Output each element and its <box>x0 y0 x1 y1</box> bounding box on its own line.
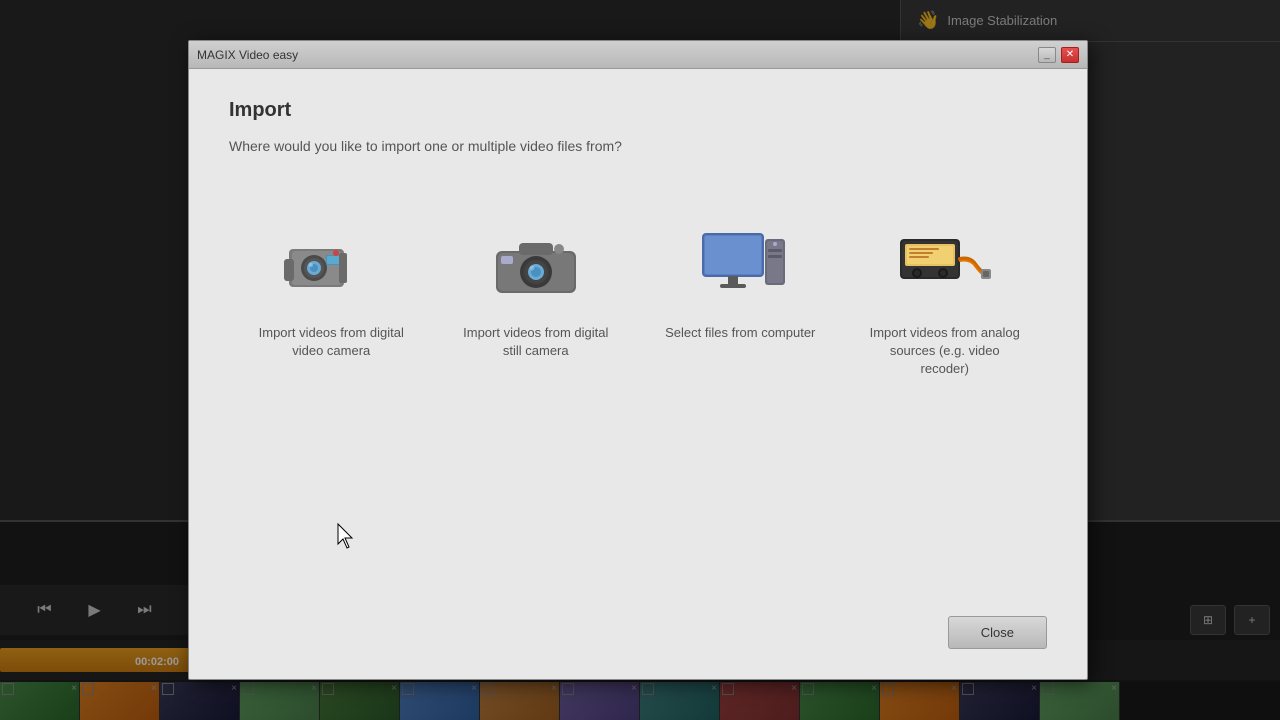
digital-still-camera-label: Import videos from digital still camera <box>456 324 616 360</box>
import-analog-sources[interactable]: Import videos from analog sources (e.g. … <box>855 204 1035 399</box>
digital-video-camera-icon <box>281 224 381 304</box>
modal-footer: Close <box>948 616 1047 649</box>
digital-still-camera-icon <box>486 224 586 304</box>
import-options: Import videos from digital video camera <box>229 204 1047 399</box>
analog-source-icon <box>895 224 995 304</box>
import-dialog: MAGIX Video easy _ ✕ Import Where would … <box>188 40 1088 680</box>
import-select-files[interactable]: Select files from computer <box>650 204 830 399</box>
select-files-label: Select files from computer <box>665 324 815 342</box>
modal-title: MAGIX Video easy <box>197 48 298 62</box>
digital-video-camera-label: Import videos from digital video camera <box>251 324 411 360</box>
modal-subtitle: Where would you like to import one or mu… <box>229 138 1047 154</box>
modal-heading: Import <box>229 99 1047 122</box>
minimize-button[interactable]: _ <box>1038 47 1056 63</box>
modal-content: Import Where would you like to import on… <box>189 69 1087 429</box>
import-digital-video-camera[interactable]: Import videos from digital video camera <box>241 204 421 399</box>
titlebar-buttons: _ ✕ <box>1038 47 1079 63</box>
close-button[interactable]: Close <box>948 616 1047 649</box>
computer-icon <box>690 224 790 304</box>
modal-close-x-button[interactable]: ✕ <box>1061 47 1079 63</box>
import-digital-still-camera[interactable]: Import videos from digital still camera <box>446 204 626 399</box>
modal-titlebar: MAGIX Video easy _ ✕ <box>189 41 1087 69</box>
analog-sources-label: Import videos from analog sources (e.g. … <box>865 324 1025 379</box>
